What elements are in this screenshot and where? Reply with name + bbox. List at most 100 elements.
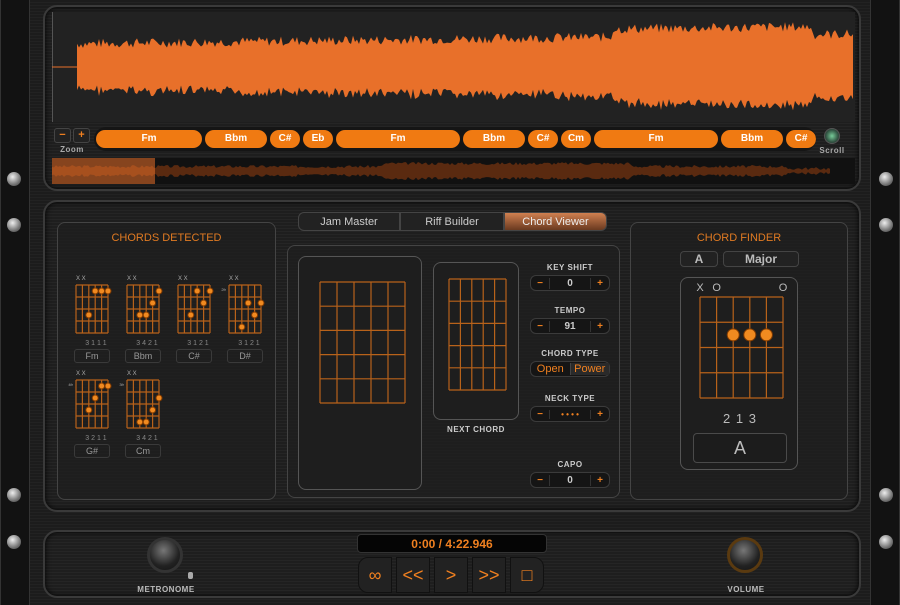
chord-timeline[interactable]: FmBbmC#EbFmBbmC#CmFmBbmC#Eb <box>94 127 816 151</box>
chord-finder-title: CHORD FINDER <box>696 232 782 244</box>
next-chord-fretboard <box>448 278 507 391</box>
waveform-display[interactable] <box>52 12 855 122</box>
tempo-stepper: −91 + <box>530 318 610 334</box>
finger-dot <box>91 287 99 295</box>
fast-forward-button[interactable]: >> <box>472 557 506 593</box>
capo-increment[interactable]: + <box>591 475 609 486</box>
finger-dot <box>155 394 163 402</box>
base-fret: 3fr <box>119 382 124 387</box>
waveform-overview[interactable] <box>52 158 855 184</box>
capo-decrement[interactable]: − <box>531 475 549 486</box>
root-note-select[interactable]: A <box>680 251 718 267</box>
tempo-label: TEMPO <box>554 306 586 315</box>
rewind-button[interactable]: << <box>396 557 430 593</box>
finger-dot <box>149 406 157 414</box>
muted-strings: X X <box>127 371 137 377</box>
screw-icon <box>7 218 21 232</box>
string-mark: O <box>779 282 788 294</box>
screw-icon <box>879 172 893 186</box>
finger-dot <box>759 328 773 342</box>
chord-name-button[interactable]: D# <box>227 349 263 363</box>
screw-icon <box>879 535 893 549</box>
chord-marker[interactable]: C# <box>528 130 558 148</box>
chord-name-button[interactable]: Fm <box>74 349 110 363</box>
finger-dot <box>251 311 259 319</box>
key-shift-label: KEY SHIFT <box>546 263 594 272</box>
stop-button[interactable]: □ <box>510 557 544 593</box>
metronome-knob[interactable] <box>147 537 183 573</box>
chord-type-label: CHORD TYPE <box>541 349 599 358</box>
finger-dot <box>142 311 150 319</box>
neck-type-value: • • • • <box>549 409 591 419</box>
right-rack-rail <box>870 0 900 605</box>
chord-marker[interactable]: Bbm <box>205 130 267 148</box>
chord-marker[interactable]: C# <box>786 130 816 148</box>
neck-type-decrement[interactable]: − <box>531 409 549 420</box>
key-shift-value: 0 <box>549 277 591 289</box>
tempo-increment[interactable]: + <box>591 321 609 332</box>
finger-dot <box>136 311 144 319</box>
finger-dot <box>244 299 252 307</box>
chord-diagram <box>126 284 163 334</box>
muted-strings: X X <box>229 276 239 282</box>
finger-dot <box>98 287 106 295</box>
metronome-label: METRONOME <box>137 585 195 594</box>
chord-type-power[interactable]: Power <box>569 363 609 375</box>
time-display: 0:00 / 4:22.946 <box>357 534 547 553</box>
chord-quality-select[interactable]: Major <box>723 251 799 267</box>
play-button[interactable]: > <box>434 557 468 593</box>
chord-fingering: 3 1 2 1 <box>238 340 260 347</box>
chord-diagram <box>75 379 112 429</box>
neck-type-stepper: − • • • • + <box>530 406 610 422</box>
finder-fingering: 2 1 3 <box>723 411 757 426</box>
tempo-decrement[interactable]: − <box>531 321 549 332</box>
chord-type-open[interactable]: Open <box>531 363 570 375</box>
zoom-in-button[interactable]: + <box>73 128 90 143</box>
base-fret: 4fr <box>68 382 73 387</box>
neck-type-label: NECK TYPE <box>544 394 596 403</box>
chord-marker[interactable]: Fm <box>336 130 460 148</box>
finger-dot <box>193 287 201 295</box>
volume-knob[interactable] <box>727 537 763 573</box>
finger-dot <box>238 323 246 331</box>
scroll-toggle-button[interactable] <box>824 128 840 144</box>
chord-fingering: 3 1 1 1 <box>85 340 107 347</box>
loop-button[interactable]: ∞ <box>358 557 392 593</box>
base-fret: 2fr <box>221 287 226 292</box>
finger-dot <box>257 299 265 307</box>
chord-fingering: 3 4 2 1 <box>136 435 158 442</box>
chord-marker[interactable]: Fm <box>96 130 202 148</box>
tab-chord-viewer[interactable]: Chord Viewer <box>504 212 607 231</box>
chord-name-button[interactable]: Bbm <box>125 349 161 363</box>
chord-marker[interactable]: Bbm <box>463 130 525 148</box>
chord-diagram <box>75 284 112 334</box>
chord-name-button[interactable]: Cm <box>125 444 161 458</box>
chord-name-button[interactable]: G# <box>74 444 110 458</box>
finger-dot <box>98 382 106 390</box>
chord-marker[interactable]: Cm <box>561 130 591 148</box>
key-shift-decrement[interactable]: − <box>531 278 549 289</box>
chord-marker[interactable]: Fm <box>594 130 718 148</box>
screw-icon <box>7 172 21 186</box>
neck-type-increment[interactable]: + <box>591 409 609 420</box>
string-mark: X <box>696 282 704 294</box>
chord-fingering: 3 2 1 1 <box>85 435 107 442</box>
finger-dot <box>155 287 163 295</box>
zoom-controls: − + <box>54 128 90 143</box>
chord-marker[interactable]: Eb <box>303 130 333 148</box>
chord-marker[interactable]: C# <box>270 130 300 148</box>
tab-jam-master[interactable]: Jam Master <box>298 212 400 231</box>
zoom-out-button[interactable]: − <box>54 128 71 143</box>
scroll-label: Scroll <box>819 146 845 155</box>
muted-strings: X X <box>76 276 86 282</box>
finger-dot <box>104 287 112 295</box>
chord-name-button[interactable]: C# <box>176 349 212 363</box>
key-shift-increment[interactable]: + <box>591 278 609 289</box>
capo-stepper: −0 + <box>530 472 610 488</box>
tab-riff-builder[interactable]: Riff Builder <box>400 212 504 231</box>
chord-diagram <box>228 284 265 334</box>
key-shift-stepper: −0 + <box>530 275 610 291</box>
chord-marker[interactable]: Bbm <box>721 130 783 148</box>
screw-icon <box>879 488 893 502</box>
tempo-value: 91 <box>549 320 591 332</box>
